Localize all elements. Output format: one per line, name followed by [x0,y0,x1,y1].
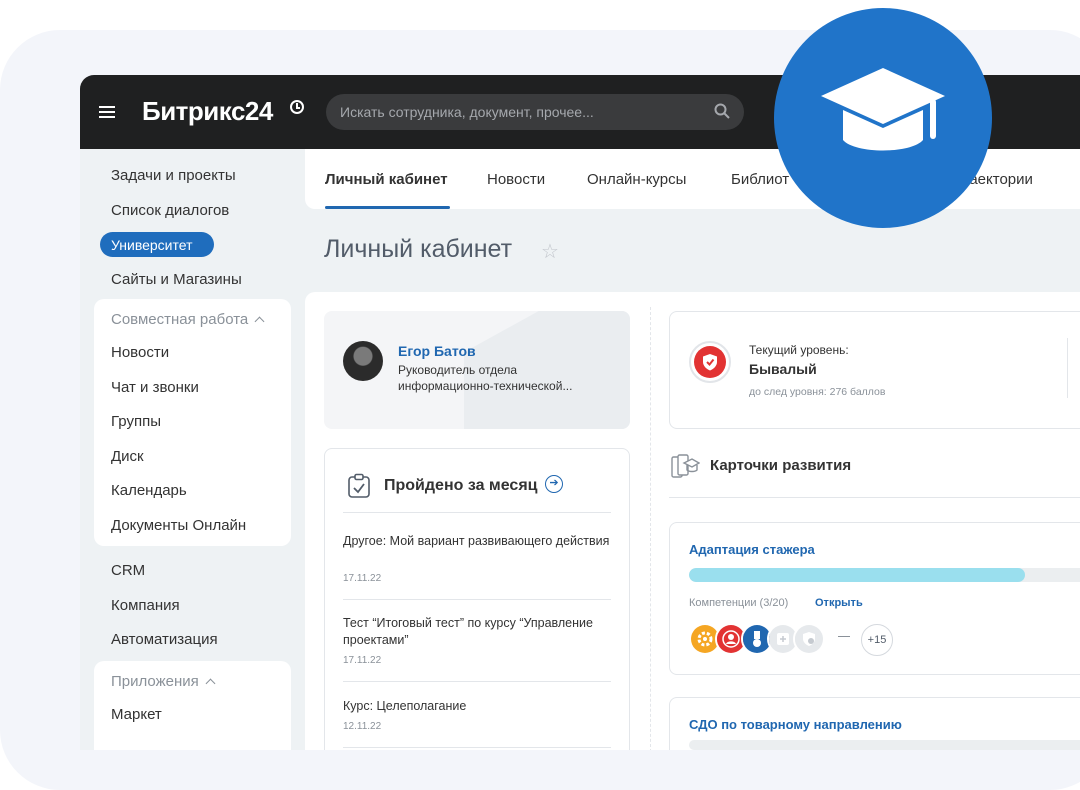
chevron-up-icon [254,316,265,327]
sidebar-item-calendar[interactable]: Календарь [111,482,187,499]
search-placeholder: Искать сотрудника, документ, прочее... [340,104,594,120]
sidebar-item-chat[interactable]: Чат и звонки [111,379,199,396]
tab-courses[interactable]: Онлайн-курсы [587,171,686,188]
level-label: Текущий уровень: [749,343,849,357]
cards-title: Карточки развития [710,457,852,474]
sidebar-item-automation[interactable]: Автоматизация [111,631,218,648]
progress-fill [689,568,1025,582]
sidebar-item-company[interactable]: Компания [111,597,180,614]
shield-icon [694,346,726,378]
sidebar-item-tasks[interactable]: Задачи и проекты [111,167,236,184]
search-input[interactable]: Искать сотрудника, документ, прочее... [326,94,744,130]
month-item-date: 17.11.22 [343,655,382,666]
sidebar-group-apps: Приложения Маркет [94,661,291,750]
month-completed-card: Пройдено за месяц ➔ Другое: Мой вариант … [324,448,630,750]
graduation-cap-icon [821,68,945,151]
development-card[interactable]: СДО по товарному направлению [669,697,1080,750]
month-item-text[interactable]: Курс: Целеполагание [343,698,613,715]
separator [343,747,611,748]
month-item-text[interactable]: Другое: Мой вариант развивающего действи… [343,533,613,550]
avatar[interactable] [343,341,383,381]
chevron-up-icon [205,678,216,689]
development-card-title[interactable]: Адаптация стажера [689,542,815,557]
sidebar-group-collab: Совместная работа Новости Чат и звонки Г… [94,299,291,546]
separator [343,681,611,682]
profile-role-line: Руководитель отдела [398,363,518,377]
sidebar-item-university[interactable]: Университет [100,232,214,257]
logo[interactable]: Битрикс24 [142,96,273,127]
tab-news[interactable]: Новости [487,171,545,188]
sidebar-item-docs[interactable]: Документы Онлайн [111,517,246,534]
separator [343,599,611,600]
competencies-label: Компетенции (3/20) [689,597,789,609]
open-link[interactable]: Открыть [815,597,863,609]
level-next: до след уровня: 276 баллов [749,386,886,398]
sidebar-item-disk[interactable]: Диск [111,448,144,465]
profile-role-line: информационно-технической... [398,379,573,393]
profile-role: Руководитель отдела информационно-технич… [398,362,608,394]
dash-separator [838,636,850,637]
column-divider [650,307,651,750]
sidebar-item-market[interactable]: Маркет [111,706,162,723]
sidebar-item-news[interactable]: Новости [111,344,169,361]
main-content: Егор Батов Руководитель отдела информаци… [305,292,1080,750]
active-tab-indicator [325,206,450,209]
separator [343,512,611,513]
tab-library[interactable]: Библиот [731,171,789,188]
menu-icon[interactable] [99,106,115,118]
sidebar-item-dialogs[interactable]: Список диалогов [111,202,229,219]
profile-card[interactable]: Егор Батов Руководитель отдела информаци… [324,311,630,429]
development-card[interactable]: Адаптация стажера Компетенции (3/20) Отк… [669,522,1080,675]
sidebar-group-title-apps[interactable]: Приложения [111,673,216,690]
arrow-right-icon[interactable]: ➔ [545,475,563,493]
cards-stack-icon [671,454,700,478]
sidebar-item-groups[interactable]: Группы [111,413,161,430]
progress-bar [689,568,1080,582]
month-item-date: 12.11.22 [343,721,382,732]
month-item-text[interactable]: Тест “Итоговый тест” по курсу “Управлени… [343,615,613,649]
clipboard-check-icon [348,473,370,498]
level-value: Бывалый [749,361,817,377]
tab-cabinet[interactable]: Личный кабинет [325,171,448,188]
clock-icon[interactable] [290,100,304,114]
locked-badge-icon[interactable] [793,623,825,655]
sidebar-group-title-collab[interactable]: Совместная работа [111,311,265,328]
page-title: Личный кабинет [324,235,513,263]
level-badge [689,341,731,383]
cards-header: Карточки развития [669,452,1080,498]
month-item-date: 17.11.22 [343,573,382,584]
sidebar-item-sites[interactable]: Сайты и Магазины [111,271,242,288]
profile-name[interactable]: Егор Батов [398,343,476,359]
month-title: Пройдено за месяц [384,477,538,494]
star-icon[interactable]: ☆ [541,239,559,264]
progress-bar [689,740,1080,750]
level-card: Текущий уровень: Бывалый до след уровня:… [669,311,1080,429]
search-icon[interactable] [714,103,730,119]
separator [1067,338,1068,398]
sidebar-item-crm[interactable]: CRM [111,562,145,579]
development-card-title[interactable]: СДО по товарному направлению [689,717,902,732]
more-badges-button[interactable]: +15 [861,624,893,656]
university-badge [774,8,992,228]
